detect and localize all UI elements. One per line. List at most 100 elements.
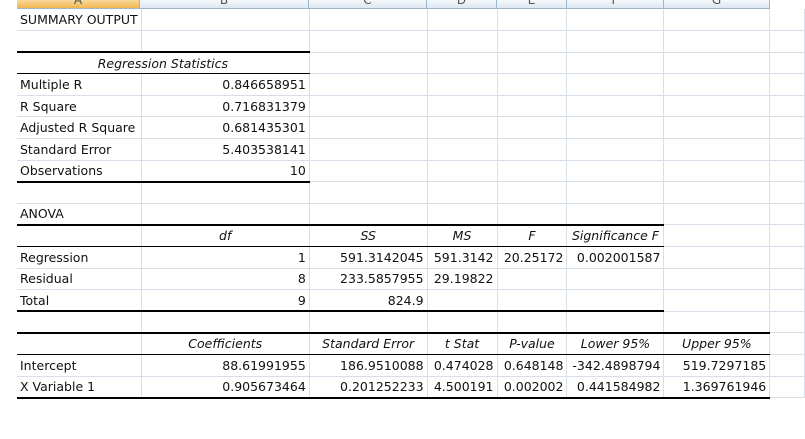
cell[interactable]: 0.441584982: [566, 376, 665, 399]
anova-heading[interactable]: ANOVA: [17, 203, 142, 226]
column-header-g[interactable]: G: [664, 0, 770, 8]
empty-cell[interactable]: [566, 268, 665, 291]
empty-cell[interactable]: [663, 181, 771, 204]
stat-value[interactable]: 10: [141, 160, 310, 183]
column-header-b[interactable]: B: [140, 0, 309, 8]
empty-cell[interactable]: [17, 30, 142, 53]
empty-cell[interactable]: [566, 289, 665, 313]
empty-cell[interactable]: [769, 311, 805, 334]
empty-cell[interactable]: [427, 73, 498, 96]
cell[interactable]: 0.002002: [497, 376, 568, 399]
empty-cell[interactable]: [663, 160, 771, 183]
empty-cell[interactable]: [141, 30, 310, 53]
row-label[interactable]: X Variable 1: [17, 376, 142, 399]
empty-cell[interactable]: [141, 181, 310, 204]
cell[interactable]: 824.9: [309, 289, 428, 313]
cell[interactable]: 591.3142045: [309, 246, 428, 269]
empty-cell[interactable]: [769, 181, 805, 204]
stat-value[interactable]: 0.716831379: [141, 95, 310, 118]
stat-label[interactable]: Standard Error: [17, 138, 142, 161]
empty-cell[interactable]: [769, 73, 805, 96]
empty-cell[interactable]: [309, 30, 428, 53]
column-label[interactable]: Lower 95%: [566, 331, 665, 355]
empty-cell[interactable]: [566, 160, 665, 183]
cell[interactable]: 20.25172: [497, 246, 568, 269]
cell[interactable]: 4.500191: [427, 376, 498, 399]
empty-cell[interactable]: [566, 116, 665, 140]
empty-cell[interactable]: [309, 311, 428, 334]
empty-cell[interactable]: [497, 52, 568, 75]
empty-cell[interactable]: [769, 268, 805, 291]
cell[interactable]: 233.5857955: [309, 268, 428, 291]
empty-cell[interactable]: [663, 95, 771, 118]
stat-value[interactable]: 0.681435301: [141, 116, 310, 140]
empty-cell[interactable]: [309, 203, 428, 226]
empty-cell[interactable]: [427, 160, 498, 183]
empty-cell[interactable]: [663, 116, 771, 140]
empty-cell[interactable]: [309, 138, 428, 161]
stat-label[interactable]: R Square: [17, 95, 142, 118]
empty-cell[interactable]: [497, 9, 568, 32]
stat-value[interactable]: 5.403538141: [141, 138, 310, 161]
empty-cell[interactable]: [497, 181, 568, 204]
empty-cell[interactable]: [769, 332, 805, 355]
cell[interactable]: 0.905673464: [141, 376, 310, 399]
empty-cell[interactable]: [663, 138, 771, 161]
column-label[interactable]: Standard Error: [309, 331, 428, 355]
cell[interactable]: 29.19822: [427, 268, 498, 291]
cell[interactable]: 519.7297185: [663, 354, 771, 377]
cell[interactable]: 9: [141, 289, 310, 313]
empty-cell[interactable]: [17, 311, 142, 334]
empty-cell[interactable]: [566, 30, 665, 53]
cell[interactable]: 1: [141, 246, 310, 269]
empty-cell[interactable]: [769, 376, 805, 399]
empty-cell[interactable]: [663, 246, 771, 269]
empty-cell[interactable]: [769, 354, 805, 377]
spreadsheet-grid[interactable]: SUMMARY OUTPUT Regression Statistics Mul…: [17, 9, 805, 399]
empty-cell[interactable]: [566, 203, 665, 226]
column-header-d[interactable]: D: [427, 0, 497, 8]
empty-cell[interactable]: [141, 203, 310, 226]
empty-cell[interactable]: [141, 9, 310, 32]
stat-value[interactable]: 0.846658951: [141, 73, 310, 96]
empty-cell[interactable]: [427, 9, 498, 32]
empty-cell[interactable]: [309, 95, 428, 118]
empty-cell[interactable]: [309, 160, 428, 183]
empty-cell[interactable]: [427, 311, 498, 334]
empty-cell[interactable]: [663, 289, 771, 312]
cell[interactable]: 0.201252233: [309, 376, 428, 399]
empty-cell[interactable]: [309, 9, 428, 32]
empty-cell[interactable]: [663, 9, 771, 32]
column-label[interactable]: F: [497, 223, 568, 248]
empty-cell[interactable]: [497, 73, 568, 96]
empty-cell[interactable]: [497, 311, 568, 334]
summary-title[interactable]: SUMMARY OUTPUT: [17, 9, 142, 32]
cell[interactable]: 88.61991955: [141, 354, 310, 377]
column-header-a[interactable]: A: [17, 0, 140, 8]
empty-cell[interactable]: [17, 181, 142, 204]
empty-cell[interactable]: [566, 73, 665, 96]
empty-cell[interactable]: [769, 52, 805, 75]
cell[interactable]: 1.369761946: [663, 376, 771, 399]
empty-cell[interactable]: [566, 138, 665, 161]
empty-cell[interactable]: [497, 203, 568, 226]
empty-cell[interactable]: [427, 116, 498, 140]
empty-cell[interactable]: [566, 52, 665, 75]
empty-cell[interactable]: [769, 9, 805, 32]
stat-label[interactable]: Observations: [17, 160, 142, 183]
empty-cell[interactable]: [309, 181, 428, 204]
column-label[interactable]: MS: [427, 223, 498, 248]
cell[interactable]: -342.4898794: [566, 354, 665, 377]
stat-label[interactable]: Adjusted R Square: [17, 116, 142, 140]
empty-cell[interactable]: [17, 223, 142, 248]
empty-cell[interactable]: [566, 181, 665, 204]
column-label[interactable]: t Stat: [427, 331, 498, 355]
cell[interactable]: 8: [141, 268, 310, 291]
row-label[interactable]: Intercept: [17, 354, 142, 377]
empty-cell[interactable]: [769, 30, 805, 53]
empty-cell[interactable]: [497, 268, 568, 291]
empty-cell[interactable]: [769, 138, 805, 161]
column-header-e[interactable]: E: [497, 0, 567, 8]
row-label[interactable]: Regression: [17, 246, 142, 269]
empty-cell[interactable]: [497, 160, 568, 183]
